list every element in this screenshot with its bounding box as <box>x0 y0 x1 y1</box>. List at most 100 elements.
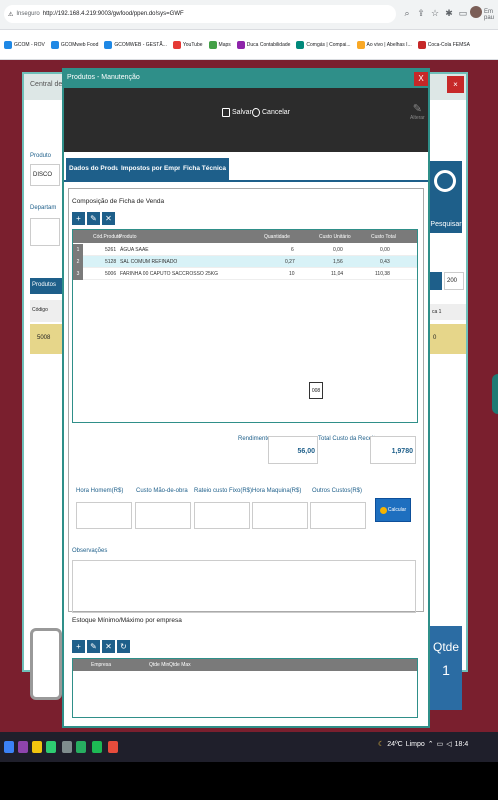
bookmark-icon <box>172 40 181 49</box>
bookmark-item[interactable]: Coca-Cola FEMSA <box>417 40 470 49</box>
bookmark-label: Ao vivo | Abelhas I... <box>366 41 412 48</box>
row-number: 2 <box>73 256 83 268</box>
address-bar[interactable]: ⚠ Inseguro http://192.168.4.219:9003/gwf… <box>4 5 396 23</box>
row-unit: 0,00 <box>333 247 343 253</box>
url-text: http://192.168.4.219:9003/gwfood/ppen.do… <box>42 11 184 17</box>
outros-custos-field[interactable] <box>310 502 366 529</box>
tab-ficha-tecnica[interactable]: Ficha Técnica <box>180 158 229 182</box>
col-quantidade[interactable]: Quantidade <box>264 234 290 240</box>
excel-icon[interactable] <box>76 741 86 753</box>
delete-icon[interactable]: ✕ <box>102 212 115 225</box>
rendimento-field[interactable]: 56,00 <box>268 436 318 464</box>
observacoes-label: Observações <box>72 548 108 554</box>
network-icon[interactable]: ▭ <box>437 740 444 748</box>
calcular-button[interactable]: Calcular <box>375 498 411 522</box>
col-header-right: ca 1 <box>430 304 466 320</box>
rateio-custo-field[interactable] <box>194 502 250 529</box>
page-indicator[interactable]: 008 <box>309 382 323 399</box>
bookmark-item[interactable]: GCOMWEB - GESTÃ... <box>104 40 167 49</box>
export-icon[interactable] <box>430 272 442 290</box>
edit-icon[interactable]: ✎ <box>87 640 100 653</box>
clock[interactable]: 18:4 <box>455 741 469 748</box>
table-row[interactable]: 2 5128 SAL COMUM REFINADO 0,27 1,56 0,43 <box>73 256 417 268</box>
bookmark-item[interactable]: Duca Contabilidade <box>236 40 290 49</box>
custo-mao-obra-field[interactable] <box>135 502 191 529</box>
row-total: 0,00 <box>380 247 390 253</box>
edit-icon[interactable]: ✎ <box>87 212 100 225</box>
hora-maquina-field[interactable] <box>252 502 308 529</box>
refresh-icon[interactable]: ↻ <box>117 640 130 653</box>
weather: Limpo <box>405 740 425 748</box>
add-icon[interactable]: + <box>72 640 85 653</box>
row-total: 110,38 <box>375 271 390 277</box>
bookmark-item[interactable]: GCOM - ROV <box>4 40 45 49</box>
codigo-header[interactable]: Código <box>30 300 62 322</box>
hora-homem-field[interactable] <box>76 502 132 529</box>
delete-icon[interactable]: ✕ <box>102 640 115 653</box>
row-qty: 10 <box>289 271 295 277</box>
share-icon[interactable]: ⇪ <box>416 7 426 19</box>
rateio-custo-label: Rateio custo Fixo(R$) <box>194 488 253 494</box>
produto-label: Produto <box>30 153 52 159</box>
bookmark-icon <box>417 40 426 49</box>
close-icon[interactable]: × <box>447 76 464 93</box>
app-icon[interactable] <box>62 741 72 753</box>
modal-close-button[interactable]: X <box>414 72 428 86</box>
col-qtde-min[interactable]: Qtde Min <box>149 662 169 668</box>
col-empresa[interactable]: Empresa <box>91 662 111 668</box>
alter-button[interactable]: ✎ Alterar <box>410 102 425 121</box>
table-row[interactable]: 3 5006 FARINHA 00 CAPUTO SACCROSSO 25KG … <box>73 268 417 280</box>
pesquisar-label: Pesquisar <box>430 221 462 228</box>
bookmark-item[interactable]: GCOMweb Food <box>50 40 98 49</box>
folder-icon[interactable] <box>32 741 42 753</box>
cancel-button[interactable]: Cancelar <box>252 108 290 117</box>
calcular-label: Calcular <box>387 507 407 513</box>
whatsapp-icon[interactable] <box>46 741 56 753</box>
produtos-label: Produtos <box>30 278 62 294</box>
bookmark-icon <box>4 40 12 49</box>
bookmark-label: GCOMWEB - GESTÃ... <box>114 41 167 48</box>
volume-icon[interactable]: ◁ <box>446 740 451 748</box>
sidepanel-icon[interactable]: ▭ <box>458 7 468 19</box>
action-button-left[interactable] <box>30 628 62 700</box>
row-name: SAL COMUM REFINADO <box>120 259 178 265</box>
extensions-icon[interactable]: ✱ <box>444 7 454 19</box>
produto-field[interactable]: DISCO <box>30 164 60 186</box>
col-qtde-max[interactable]: Qtde Max <box>169 662 191 668</box>
col-custo-unitario[interactable]: Custo Unitário <box>319 234 351 240</box>
row-name: ÁGUA SAAE <box>120 247 149 253</box>
table-row[interactable]: 1 5261 ÁGUA SAAE 6 0,00 0,00 <box>73 244 417 256</box>
bookmark-item[interactable]: Ao vivo | Abelhas I... <box>356 40 412 49</box>
system-tray: ☾ 24ºC Limpo ⌃ ▭ ◁ 18:4 <box>378 740 469 749</box>
avatar[interactable] <box>470 6 482 18</box>
side-handle[interactable] <box>492 374 498 414</box>
observacoes-field[interactable] <box>72 560 416 613</box>
qtde-value: 1 <box>442 662 450 678</box>
codigo-value[interactable]: 5008 <box>30 324 62 354</box>
app-icon[interactable] <box>108 741 118 753</box>
qtde-panel[interactable]: Qtde 1 <box>430 626 462 710</box>
col-cod-produto[interactable]: Cód.Produto <box>93 234 121 240</box>
row-total: 0,43 <box>380 259 390 265</box>
composition-grid: Cód.Produto Produto Quantidade Custo Uni… <box>72 229 418 423</box>
start-icon[interactable] <box>4 741 14 753</box>
star-icon[interactable]: ☆ <box>430 7 440 19</box>
page-size-select[interactable]: 200 <box>444 272 464 290</box>
bookmark-item[interactable]: YouTube <box>172 40 203 49</box>
col-produto[interactable]: Produto <box>119 234 137 240</box>
row-code: 5128 <box>105 259 117 265</box>
add-icon[interactable]: + <box>72 212 85 225</box>
custo-receita-field[interactable]: 1,9780 <box>370 436 416 464</box>
col-custo-total[interactable]: Custo Total <box>371 234 396 240</box>
spotify-icon[interactable] <box>92 741 102 753</box>
app-icon[interactable] <box>18 741 28 753</box>
row-qty: 6 <box>291 247 294 253</box>
save-button[interactable]: Salvar <box>222 108 252 117</box>
bookmark-label: YouTube <box>182 41 203 48</box>
bookmark-item[interactable]: Comgás | Compai... <box>296 40 351 49</box>
chevron-up-icon[interactable]: ⌃ <box>428 740 434 748</box>
bookmark-item[interactable]: Maps <box>208 40 231 49</box>
modal-title: Produtos - Manutenção <box>64 70 428 88</box>
departamento-field[interactable] <box>30 218 60 246</box>
search-icon[interactable]: ⌕ <box>402 7 412 19</box>
